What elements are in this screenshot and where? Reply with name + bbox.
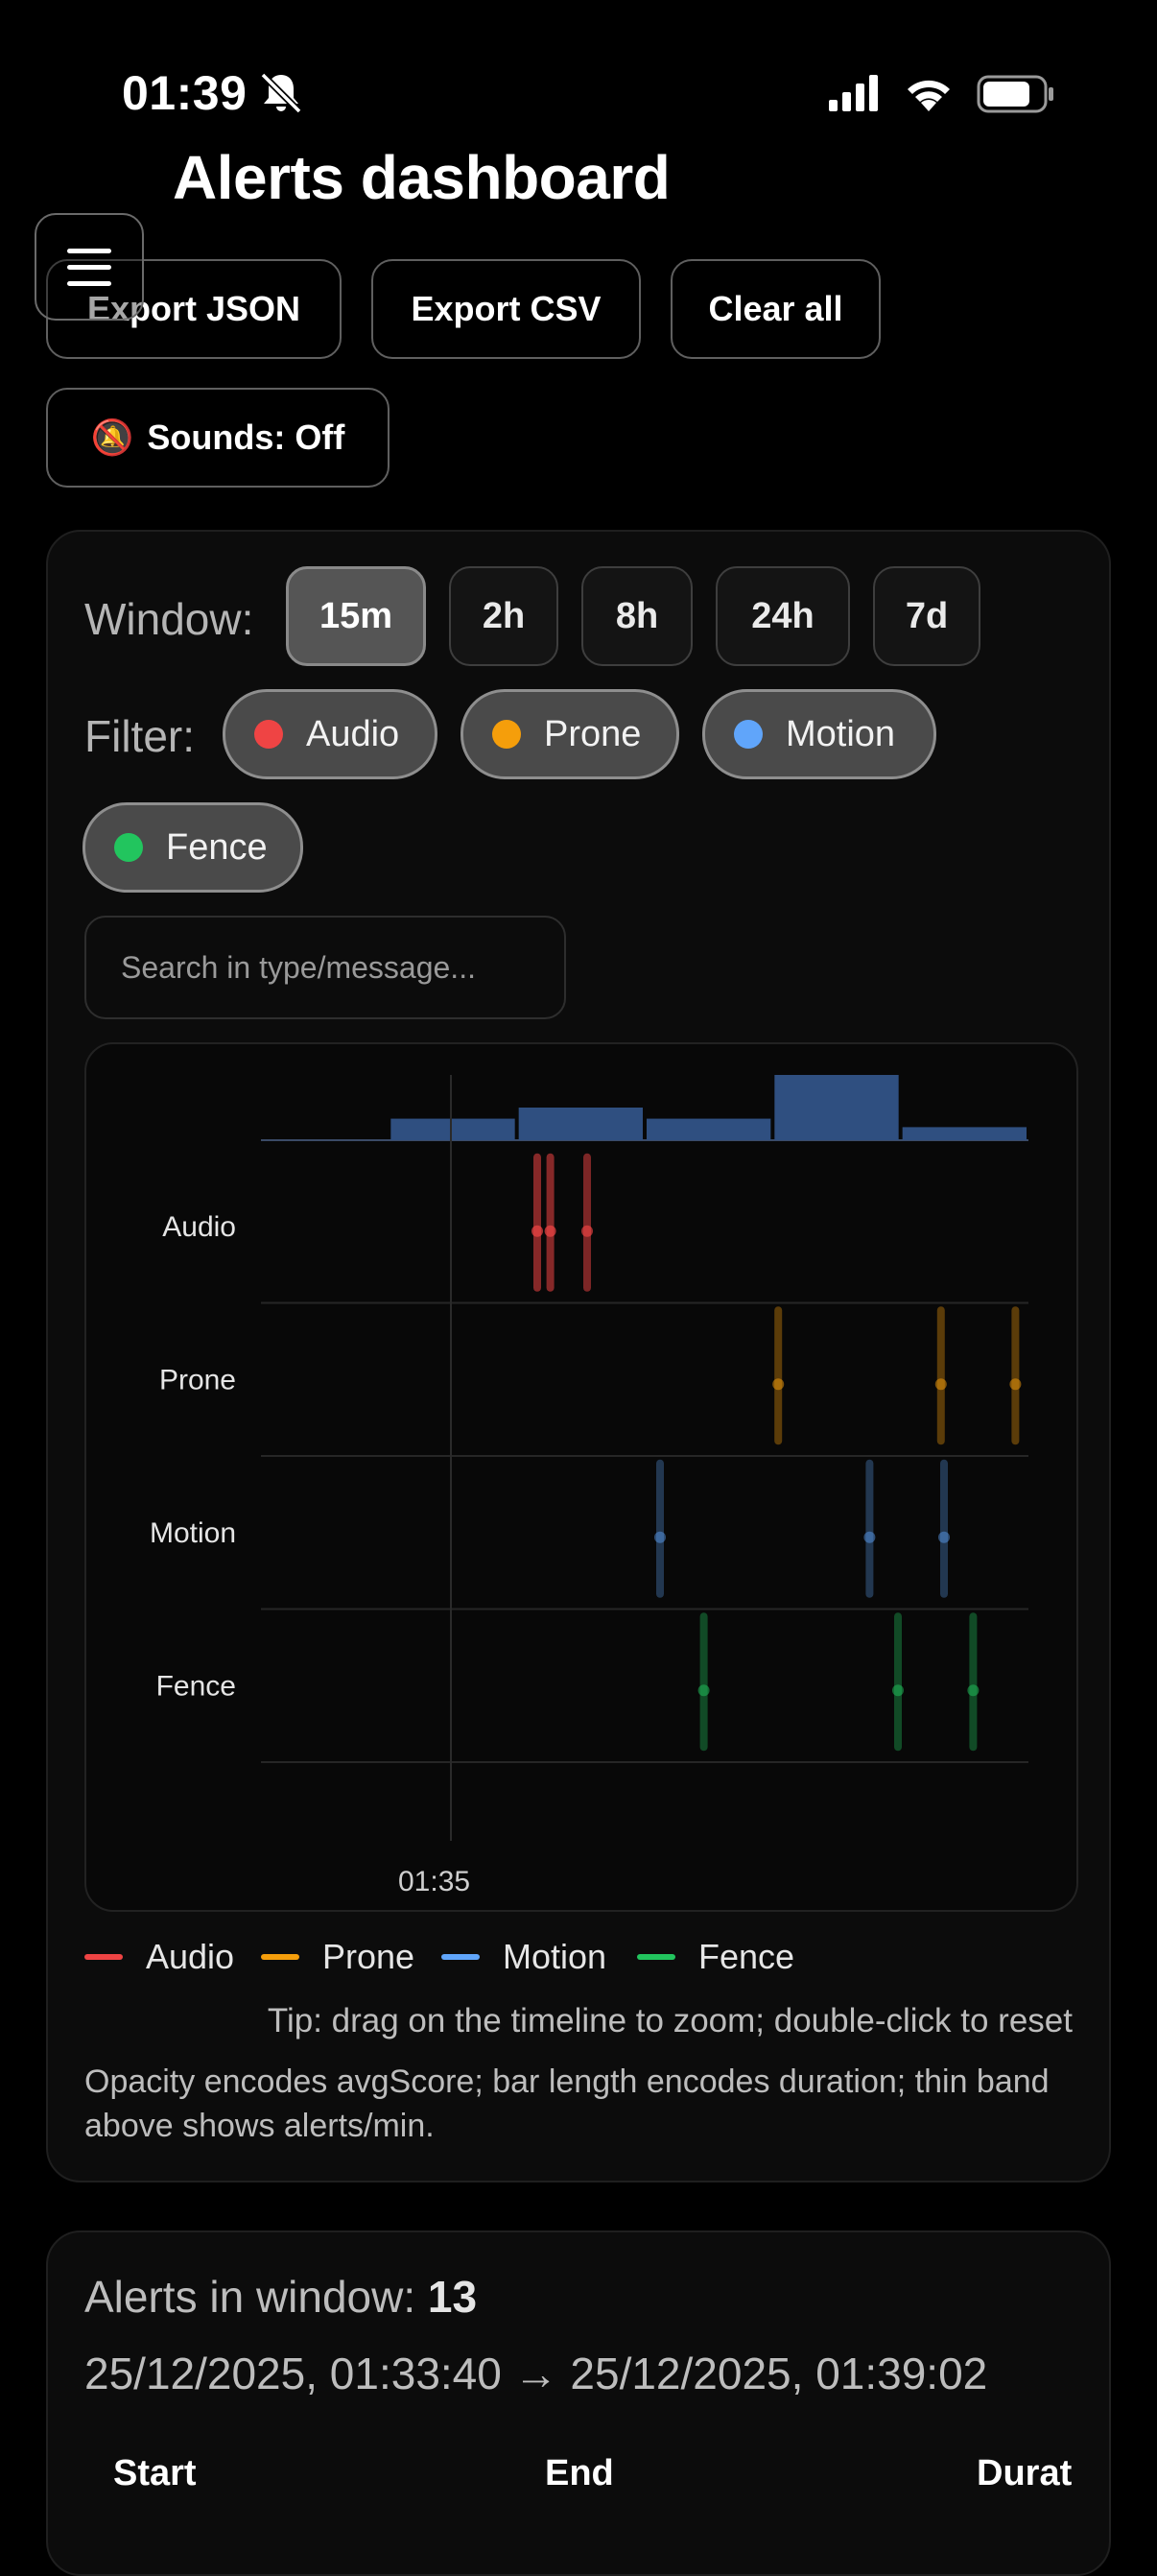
timeline-chart-container[interactable]: Audio Prone Motion Fence 01:35 (84, 1042, 1078, 1912)
legend-swatch (261, 1954, 299, 1960)
event-point (544, 1225, 556, 1237)
filter-chip-label: Fence (166, 826, 268, 868)
event-bar (894, 1612, 902, 1752)
filter-chip-label: Prone (544, 713, 642, 754)
alerts-count-value: 13 (427, 2272, 478, 2322)
window-option-24h[interactable]: 24h (716, 566, 850, 666)
legend-item-motion: Motion (441, 1935, 606, 1979)
rate-bar (774, 1075, 899, 1140)
event-point (892, 1684, 904, 1697)
alerts-time-range: 25/12/2025, 01:33:40 → 25/12/2025, 01:39… (84, 2349, 988, 2398)
event-bar (1011, 1306, 1020, 1445)
legend-item-fence: Fence (637, 1935, 794, 1979)
event-point (772, 1378, 785, 1391)
event-bar (936, 1306, 945, 1445)
rate-bar (647, 1118, 771, 1140)
window-option-15m[interactable]: 15m (286, 566, 426, 666)
event-bar (699, 1612, 708, 1752)
encoding-note: Opacity encodes avgScore; bar length enc… (84, 2063, 1050, 2144)
event-bar (533, 1153, 541, 1292)
clear-all-button[interactable]: Clear all (671, 259, 881, 359)
window-option-2h[interactable]: 2h (449, 566, 558, 666)
event-point (531, 1225, 543, 1237)
alerts-count: Alerts in window: 13 (84, 2271, 477, 2323)
event-bar (774, 1306, 783, 1445)
event-point (1009, 1378, 1022, 1391)
event-bar (583, 1153, 591, 1292)
sounds-toggle-button[interactable]: 🔕 Sounds: Off (46, 388, 390, 488)
filter-chip-motion[interactable]: Motion (702, 689, 936, 779)
event-point (654, 1531, 666, 1543)
table-header-start[interactable]: Start (113, 2453, 197, 2494)
event-point (697, 1684, 710, 1697)
rate-bar (902, 1127, 1027, 1140)
search-input[interactable] (84, 916, 566, 1019)
legend-label: Fence (698, 1937, 795, 1976)
event-bar (865, 1459, 874, 1598)
battery-icon (977, 75, 1053, 113)
row-label: Fence (156, 1670, 236, 1702)
table-header-end[interactable]: End (545, 2453, 614, 2494)
rate-bar (390, 1118, 515, 1140)
page-title: Alerts dashboard (173, 143, 671, 212)
bell-slash-icon (260, 72, 302, 114)
x-tick-label: 01:35 (398, 1866, 470, 1897)
event-point (938, 1531, 950, 1543)
filter-chip-label: Motion (786, 713, 896, 754)
rate-bar (518, 1108, 643, 1140)
alerts-count-label: Alerts in window: (84, 2272, 416, 2322)
prone-dot-icon (492, 720, 521, 749)
audio-dot-icon (254, 720, 283, 749)
filter-chip-fence[interactable]: Fence (83, 802, 303, 893)
rate-band (261, 1075, 1028, 1141)
legend-swatch (84, 1954, 123, 1960)
zoom-tip: Tip: drag on the timeline to zoom; doubl… (267, 2002, 1073, 2039)
legend-swatch (441, 1954, 480, 1960)
event-bar (940, 1459, 948, 1598)
timeline-chart[interactable]: Audio Prone Motion Fence 01:35 (86, 1044, 1076, 1910)
filter-chip-prone[interactable]: Prone (460, 689, 679, 779)
legend-item-audio: Audio (84, 1935, 234, 1979)
timeline-events (531, 1153, 1022, 1752)
legend-label: Prone (322, 1937, 415, 1976)
legend-label: Audio (146, 1937, 235, 1976)
event-bar (656, 1459, 664, 1598)
menu-button[interactable] (35, 213, 144, 321)
filter-chip-label: Audio (306, 713, 400, 754)
row-label: Prone (159, 1364, 236, 1395)
window-option-7d[interactable]: 7d (873, 566, 980, 666)
bell-slash-icon: 🔕 (90, 417, 134, 457)
event-bar (969, 1612, 978, 1752)
row-label: Audio (162, 1211, 236, 1243)
window-option-8h[interactable]: 8h (581, 566, 693, 666)
event-point (863, 1531, 876, 1543)
status-time: 01:39 (122, 66, 248, 120)
event-point (967, 1684, 980, 1697)
legend-label: Motion (503, 1937, 607, 1976)
event-point (934, 1378, 947, 1391)
legend-item-prone: Prone (261, 1935, 414, 1979)
wifi-icon (908, 80, 950, 111)
event-bar (546, 1153, 555, 1292)
legend-swatch (637, 1954, 675, 1960)
motion-dot-icon (734, 720, 763, 749)
cellular-signal-icon (829, 75, 878, 111)
filter-chip-audio[interactable]: Audio (223, 689, 437, 779)
row-label: Motion (150, 1517, 236, 1549)
table-header-duration[interactable]: Durat (977, 2453, 1074, 2494)
export-csv-button[interactable]: Export CSV (371, 259, 641, 359)
fence-dot-icon (114, 833, 143, 862)
filter-label: Filter: (84, 711, 195, 761)
event-point (581, 1225, 593, 1237)
sounds-label: Sounds: Off (147, 417, 345, 457)
window-label: Window: (84, 594, 254, 644)
